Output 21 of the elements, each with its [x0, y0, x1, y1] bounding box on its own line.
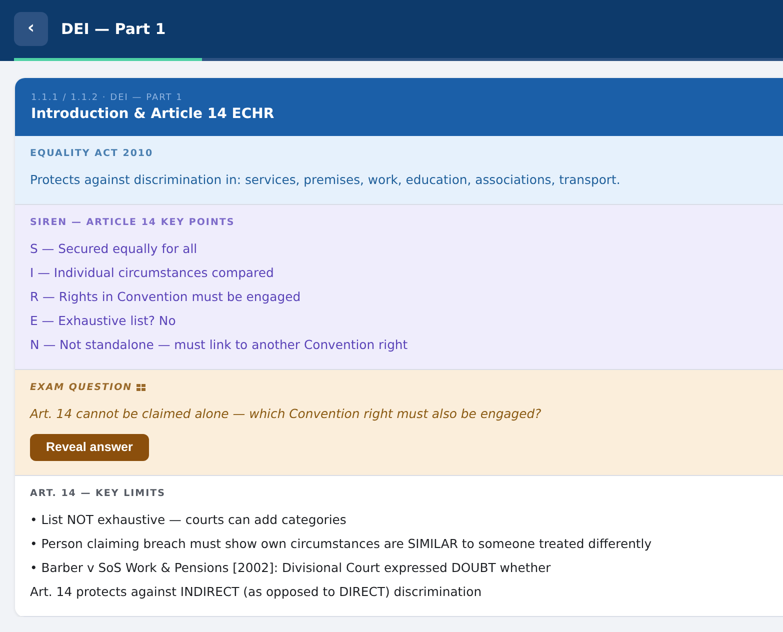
section-line: • Person claiming breach must show own circumstances are SIMILAR to someone treated differently — [30, 535, 653, 553]
section-line: N — Not standalone — must link to another Convention right — [30, 336, 409, 354]
page-title: DEI — Part 1 — [61, 20, 166, 38]
section-line: Art. 14 protects against INDIRECT (as opposed to DIRECT) discrimination — [30, 583, 483, 601]
reveal-answer-button[interactable]: Reveal answer — [30, 434, 149, 461]
card-title: Introduction & Article 14 ECHR — [31, 106, 276, 122]
section-line: • Barber v SoS Work & Pensions [2002]: Divisional Court expressed DOUBT whether — [30, 559, 552, 577]
section-line: I — Individual circumstances compared — [30, 264, 275, 282]
section-heading: EXAM QUESTION — [30, 382, 132, 393]
section-line: Protects against discrimination in: services, premises, work, education, associations, transport. — [30, 171, 622, 189]
section-line: S — Secured equally for all — [30, 240, 198, 258]
section-heading: SIREN — ARTICLE 14 KEY POINTS — [30, 217, 235, 228]
section-line: R — Rights in Convention must be engaged — [30, 288, 302, 306]
cards-icon — [136, 383, 146, 392]
question-text: Art. 14 cannot be claimed alone — which Convention right must also be engaged? — [30, 405, 542, 423]
section-line: • List NOT exhaustive — courts can add categories — [30, 511, 348, 529]
breadcrumb: 1.1.1 / 1.1.2 · DEI — PART 1 — [31, 93, 184, 103]
section-heading: EQUALITY ACT 2010 — [30, 148, 154, 159]
back-button[interactable]: ‹ — [14, 12, 48, 46]
section-line: E — Exhaustive list? No — [30, 312, 177, 330]
section-heading: ART. 14 — KEY LIMITS — [30, 488, 166, 499]
